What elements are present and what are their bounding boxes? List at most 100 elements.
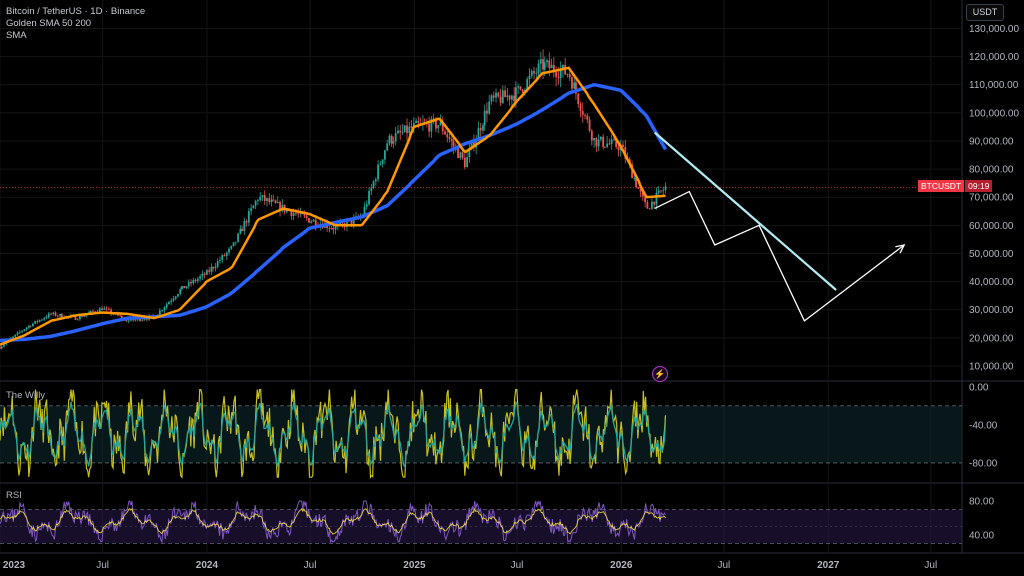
candle-body <box>646 202 649 209</box>
candle-body <box>651 201 653 209</box>
sma-50-line <box>0 66 666 346</box>
candle-body <box>199 276 202 279</box>
candle-body <box>334 226 337 230</box>
candle-body <box>170 300 173 303</box>
grid-lines <box>0 0 1024 554</box>
lightning-icon[interactable]: ⚡ <box>652 366 668 382</box>
candle-body <box>158 310 161 315</box>
candle-body <box>161 310 164 311</box>
price-tick-label: 30,000.00 <box>969 305 1014 316</box>
candle-body <box>134 319 137 321</box>
candle-body <box>295 213 297 214</box>
candle-body <box>479 128 482 131</box>
candle-body <box>60 313 63 318</box>
candle-body <box>372 181 375 188</box>
rsi-pane[interactable] <box>0 500 962 544</box>
candle-body <box>506 95 509 98</box>
candle-body <box>163 307 166 311</box>
candle-body <box>653 201 656 205</box>
candle-body <box>103 308 106 310</box>
candle-body <box>145 319 148 321</box>
candle-body <box>550 64 553 69</box>
candle-body <box>595 138 598 147</box>
rsi-pane-title[interactable]: RSI <box>6 490 22 501</box>
candle-body <box>54 312 57 316</box>
candle-body <box>36 320 39 322</box>
candle-body <box>446 134 449 138</box>
candle-body <box>497 92 500 97</box>
candle-body <box>165 304 168 308</box>
willy-pane[interactable] <box>0 389 962 479</box>
candle-body <box>252 205 255 209</box>
candle-body <box>490 95 493 102</box>
candle-body <box>208 270 211 272</box>
price-tick-label: 100,000.00 <box>969 108 1019 119</box>
candle-body <box>461 152 464 158</box>
rsi-tick-label: 40.00 <box>969 531 994 542</box>
candle-body <box>245 221 248 223</box>
candle-body <box>47 313 50 318</box>
chart-title[interactable]: Bitcoin / TetherUS · 1D · Binance <box>6 6 145 18</box>
indicator-golden-sma-label[interactable]: Golden SMA 50 200 <box>6 18 145 30</box>
candle-body <box>504 90 506 98</box>
candle-body <box>328 228 331 229</box>
legend: Bitcoin / TetherUS · 1D · Binance Golden… <box>6 6 145 42</box>
candle-body <box>368 191 370 205</box>
candle-body <box>232 242 235 247</box>
candle-body <box>379 163 382 165</box>
price-tick-label: 110,000.00 <box>969 80 1019 91</box>
time-tick-label: 2024 <box>196 560 219 571</box>
candle-body <box>401 131 404 133</box>
candle-body <box>408 126 411 134</box>
candle-body <box>214 266 217 269</box>
candle-body <box>270 199 273 203</box>
candle-body <box>187 282 190 287</box>
candle-body <box>52 312 55 314</box>
chart-canvas[interactable]: 130,000.00 120,000.00 110,000.00 100,000.00… <box>0 0 1024 576</box>
candle-body <box>101 308 103 310</box>
candle-body <box>196 278 199 281</box>
indicator-sma-label[interactable]: SMA <box>6 30 145 42</box>
candle-body <box>415 120 417 124</box>
candle-body <box>365 204 368 207</box>
candle-body <box>56 315 59 317</box>
candle-body <box>12 336 14 339</box>
candle-body <box>397 130 399 134</box>
price-axis[interactable]: 130,000.00 120,000.00 110,000.00 100,000.00… <box>969 24 1019 542</box>
time-tick-label: Jul <box>304 560 317 571</box>
candle-body <box>172 298 175 301</box>
price-pane[interactable] <box>0 49 962 350</box>
candle-body <box>392 141 395 144</box>
candle-body <box>174 296 177 299</box>
candle-body <box>593 138 595 141</box>
price-tick-label: 90,000.00 <box>969 136 1014 147</box>
candle-body <box>501 90 504 103</box>
current-price-tag: BTCUSDT 09:19 <box>918 180 993 192</box>
candle-body <box>41 319 43 321</box>
candle-body <box>107 308 110 310</box>
candle-body <box>0 347 1 349</box>
candle-body <box>261 195 264 197</box>
candle-body <box>177 293 179 297</box>
time-axis[interactable]: 2023 Jul 2024 Jul 2025 Jul 2026 Jul 2027 Jul <box>3 560 937 571</box>
candle-body <box>384 150 386 160</box>
candle-body <box>377 164 380 180</box>
candle-body <box>143 319 146 321</box>
candle-body <box>190 282 192 284</box>
candle-body <box>38 319 41 322</box>
candle-body <box>312 219 315 222</box>
candle-body <box>234 241 237 243</box>
candle-body <box>292 213 295 216</box>
candle-body <box>141 319 144 321</box>
currency-button[interactable]: USDT <box>966 4 1004 21</box>
candle-body <box>310 221 313 223</box>
time-tick-label: Jul <box>924 560 937 571</box>
candle-body <box>603 146 606 148</box>
candle-body <box>428 123 431 132</box>
candle-body <box>403 125 406 132</box>
candle-body <box>181 286 183 290</box>
projected-path <box>654 190 905 322</box>
candle-body <box>533 70 535 74</box>
willy-pane-title[interactable]: The Willy <box>6 390 45 401</box>
candle-body <box>590 130 593 141</box>
